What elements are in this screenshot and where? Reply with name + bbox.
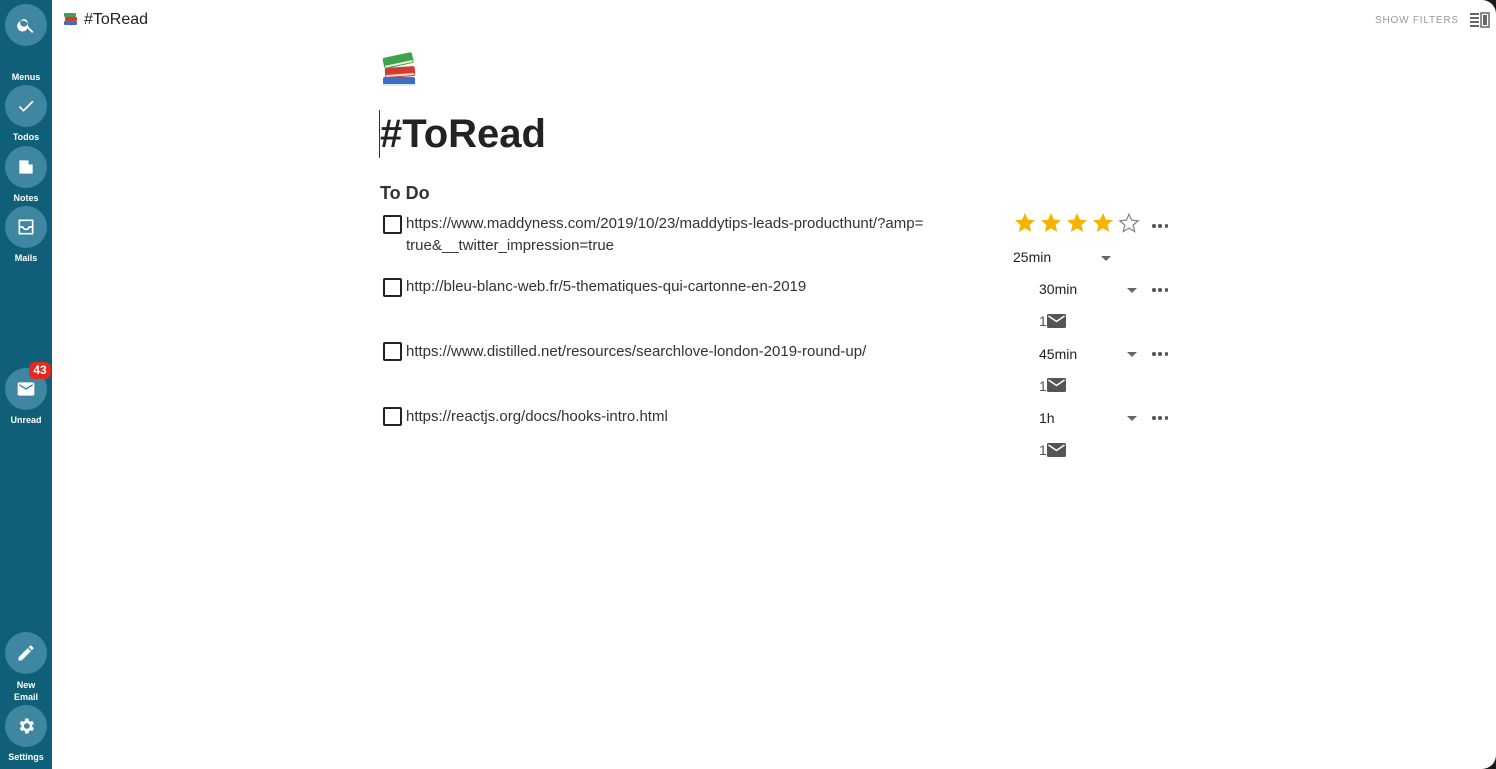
rating-stars[interactable] <box>1013 211 1141 235</box>
books-icon <box>382 52 416 86</box>
new-email-label-line2: Email <box>13 692 38 702</box>
note-icon <box>19 160 33 174</box>
dropdown-arrow-icon[interactable] <box>1127 352 1137 357</box>
mail-icon[interactable] <box>1047 314 1066 328</box>
task-checkbox[interactable] <box>383 278 402 297</box>
topbar-title: #ToRead <box>84 11 149 28</box>
settings-button[interactable] <box>5 705 47 747</box>
unread-count-badge: 43 <box>29 362 51 379</box>
duration-select[interactable]: 30min <box>1039 281 1139 297</box>
sidebar-item-notes[interactable] <box>5 146 47 188</box>
more-options-button[interactable] <box>1152 224 1168 230</box>
books-icon <box>64 13 77 25</box>
search-icon <box>17 19 34 33</box>
check-icon <box>18 100 34 112</box>
pencil-icon <box>18 645 34 661</box>
star-filled-icon[interactable] <box>1065 211 1089 235</box>
new-email-button[interactable] <box>5 632 47 674</box>
star-filled-icon[interactable] <box>1039 211 1063 235</box>
sidebar-item-mails[interactable] <box>5 206 47 248</box>
more-options-button[interactable] <box>1152 288 1168 294</box>
dropdown-arrow-icon[interactable] <box>1101 256 1111 261</box>
app-window: Menus Todos Notes Mails 43 Unread New Em… <box>0 0 1496 769</box>
mail-icon[interactable] <box>1047 443 1066 457</box>
new-email-label-line1: New <box>16 680 36 690</box>
sidebar-item-mails-label: Mails <box>14 253 38 263</box>
task-link[interactable]: http://bleu-blanc-web.fr/5-thematiques-q… <box>406 276 926 298</box>
duration-select[interactable]: 45min <box>1039 346 1139 362</box>
mail-count: 1 <box>1039 378 1047 394</box>
sidebar-item-settings-label: Settings <box>8 752 44 762</box>
sidebar-item-menus-label: Menus <box>11 72 41 82</box>
task-checkbox[interactable] <box>383 407 402 426</box>
mail-icon[interactable] <box>1047 378 1066 392</box>
more-options-button[interactable] <box>1152 416 1168 422</box>
task-link[interactable]: https://www.distilled.net/resources/sear… <box>406 341 926 363</box>
dropdown-arrow-icon[interactable] <box>1127 416 1137 421</box>
search-button[interactable] <box>5 4 47 46</box>
star-filled-icon[interactable] <box>1013 211 1037 235</box>
mail-count: 1 <box>1039 313 1047 329</box>
task-checkbox[interactable] <box>383 215 402 234</box>
gear-icon <box>19 718 34 734</box>
section-title: To Do <box>380 183 430 203</box>
mail-icon <box>17 382 35 396</box>
inbox-icon <box>18 219 34 235</box>
dropdown-arrow-icon[interactable] <box>1127 288 1137 293</box>
star-filled-icon[interactable] <box>1091 211 1115 235</box>
task-link[interactable]: https://reactjs.org/docs/hooks-intro.htm… <box>406 406 926 428</box>
duration-select[interactable]: 1h <box>1039 410 1139 426</box>
sidebar: Menus Todos Notes Mails 43 Unread New Em… <box>0 0 52 769</box>
sidebar-item-todos-label: Todos <box>12 132 40 142</box>
sidebar-item-todos[interactable] <box>5 85 47 127</box>
show-filters-button[interactable]: SHOW FILTERS <box>1375 15 1459 26</box>
duration-select[interactable]: 25min <box>1013 249 1113 265</box>
layout-toggle-icon[interactable] <box>1470 12 1490 28</box>
task-checkbox[interactable] <box>383 342 402 361</box>
mail-count: 1 <box>1039 442 1047 458</box>
page-title[interactable]: #ToRead <box>380 112 546 157</box>
more-options-button[interactable] <box>1152 352 1168 358</box>
star-empty-icon[interactable] <box>1117 211 1141 235</box>
sidebar-item-notes-label: Notes <box>13 193 39 203</box>
task-link[interactable]: https://www.maddyness.com/2019/10/23/mad… <box>406 213 926 257</box>
sidebar-item-unread-label: Unread <box>10 415 42 425</box>
